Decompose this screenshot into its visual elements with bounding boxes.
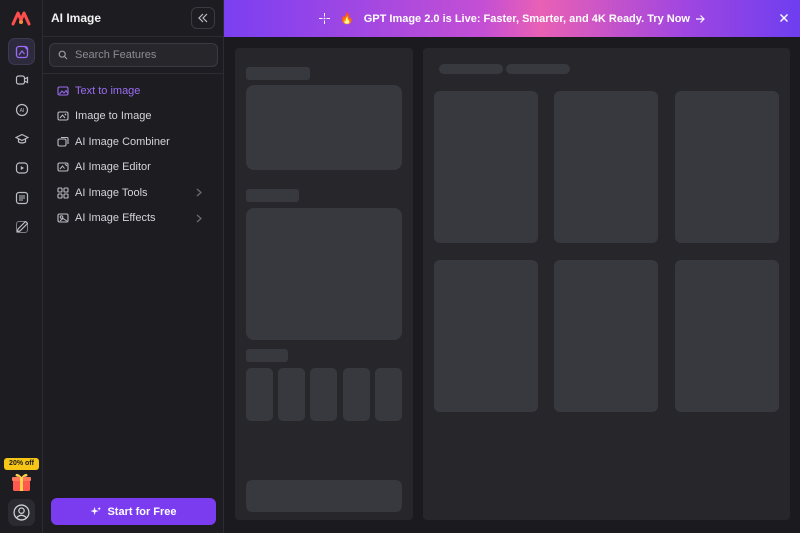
divider (43, 73, 223, 74)
skeleton-block (675, 260, 779, 412)
divider (43, 36, 223, 37)
search-icon (58, 50, 68, 60)
skeleton-block (375, 368, 402, 421)
menu-item-label: AI Image Combiner (75, 135, 170, 148)
skeleton-block (310, 368, 337, 421)
skeleton-block (675, 91, 779, 243)
menu-item-text-to-image[interactable]: Text to image (43, 78, 223, 104)
skeleton-block (554, 91, 658, 243)
rail-video-button[interactable] (8, 66, 35, 93)
skeleton-block (246, 368, 273, 421)
icon-rail: AI 20% off (0, 0, 43, 533)
settings-skeleton-card (235, 48, 413, 520)
menu-item-image-effects[interactable]: AI Image Effects (43, 206, 223, 232)
feature-panel: AI Image Text to image Image to Image AI… (43, 0, 224, 533)
graduation-cap-icon (14, 133, 29, 144)
menu-item-label: AI Image Editor (75, 161, 151, 174)
skeleton-block (246, 67, 310, 80)
menu-item-label: AI Image Effects (75, 212, 156, 225)
svg-text:AI: AI (19, 108, 24, 114)
search-box[interactable] (49, 43, 218, 67)
image-to-image-icon (57, 111, 69, 121)
skeleton-block (246, 208, 402, 340)
chevron-right-icon (196, 188, 202, 197)
play-icon (15, 161, 28, 174)
grid-tools-icon (57, 187, 69, 199)
skeleton-block (434, 91, 538, 243)
skeleton-block (246, 349, 288, 362)
rail-image-button[interactable] (8, 38, 35, 65)
skeleton-block (246, 85, 402, 170)
rail-learn-button[interactable] (8, 125, 35, 152)
start-button-label: Start for Free (107, 505, 177, 518)
skeleton-block (434, 260, 538, 412)
feature-menu: Text to image Image to Image AI Image Co… (43, 78, 223, 231)
ai-chat-icon: AI (15, 103, 28, 116)
gift-icon[interactable] (11, 472, 32, 492)
double-chevron-left-icon (198, 13, 208, 23)
rail-docs-button[interactable] (8, 184, 35, 211)
sparkle-icon (90, 506, 102, 516)
menu-item-label: AI Image Tools (75, 186, 148, 199)
collapse-panel-button[interactable] (191, 7, 215, 29)
chevron-right-icon (196, 214, 202, 222)
arrow-right-icon (695, 14, 705, 23)
user-avatar-icon (13, 504, 30, 521)
image-effects-icon (57, 213, 69, 223)
user-avatar[interactable] (8, 499, 35, 526)
skeleton-block (246, 189, 299, 202)
document-icon (15, 191, 28, 204)
skeleton-block (343, 368, 370, 421)
skeleton-block (506, 64, 570, 74)
gallery-skeleton-card (423, 48, 790, 520)
fire-icon: 🔥 (340, 13, 354, 25)
discount-badge[interactable]: 20% off (4, 458, 39, 470)
skeleton-block (439, 64, 503, 74)
search-input[interactable] (75, 49, 215, 61)
close-icon[interactable] (778, 12, 790, 24)
rail-ai-chat-button[interactable]: AI (8, 96, 35, 123)
menu-item-image-tools[interactable]: AI Image Tools (43, 180, 223, 206)
pen-icon (15, 220, 28, 233)
menu-item-image-editor[interactable]: AI Image Editor (43, 155, 223, 181)
video-icon (15, 74, 28, 85)
menu-item-image-to-image[interactable]: Image to Image (43, 104, 223, 130)
skeleton-block (554, 260, 658, 412)
rail-write-button[interactable] (8, 213, 35, 240)
main-content (224, 37, 800, 533)
start-for-free-button[interactable]: Start for Free (51, 498, 216, 525)
brand-logo-icon[interactable] (11, 9, 31, 27)
menu-item-label: Image to Image (75, 110, 152, 123)
sparkle-icon (319, 13, 331, 24)
image-edit-icon (15, 45, 28, 58)
image-combine-icon (57, 136, 69, 147)
announcement-banner[interactable]: 🔥 GPT Image 2.0 is Live: Faster, Smarter… (224, 0, 800, 37)
banner-text[interactable]: GPT Image 2.0 is Live: Faster, Smarter, … (364, 13, 690, 25)
rail-play-button[interactable] (8, 154, 35, 181)
image-editor-icon (57, 162, 69, 172)
skeleton-block (278, 368, 305, 421)
text-image-icon (57, 86, 69, 96)
menu-item-image-combiner[interactable]: AI Image Combiner (43, 129, 223, 155)
menu-item-label: Text to image (75, 84, 141, 97)
skeleton-block (246, 480, 402, 512)
panel-title: AI Image (51, 11, 102, 25)
